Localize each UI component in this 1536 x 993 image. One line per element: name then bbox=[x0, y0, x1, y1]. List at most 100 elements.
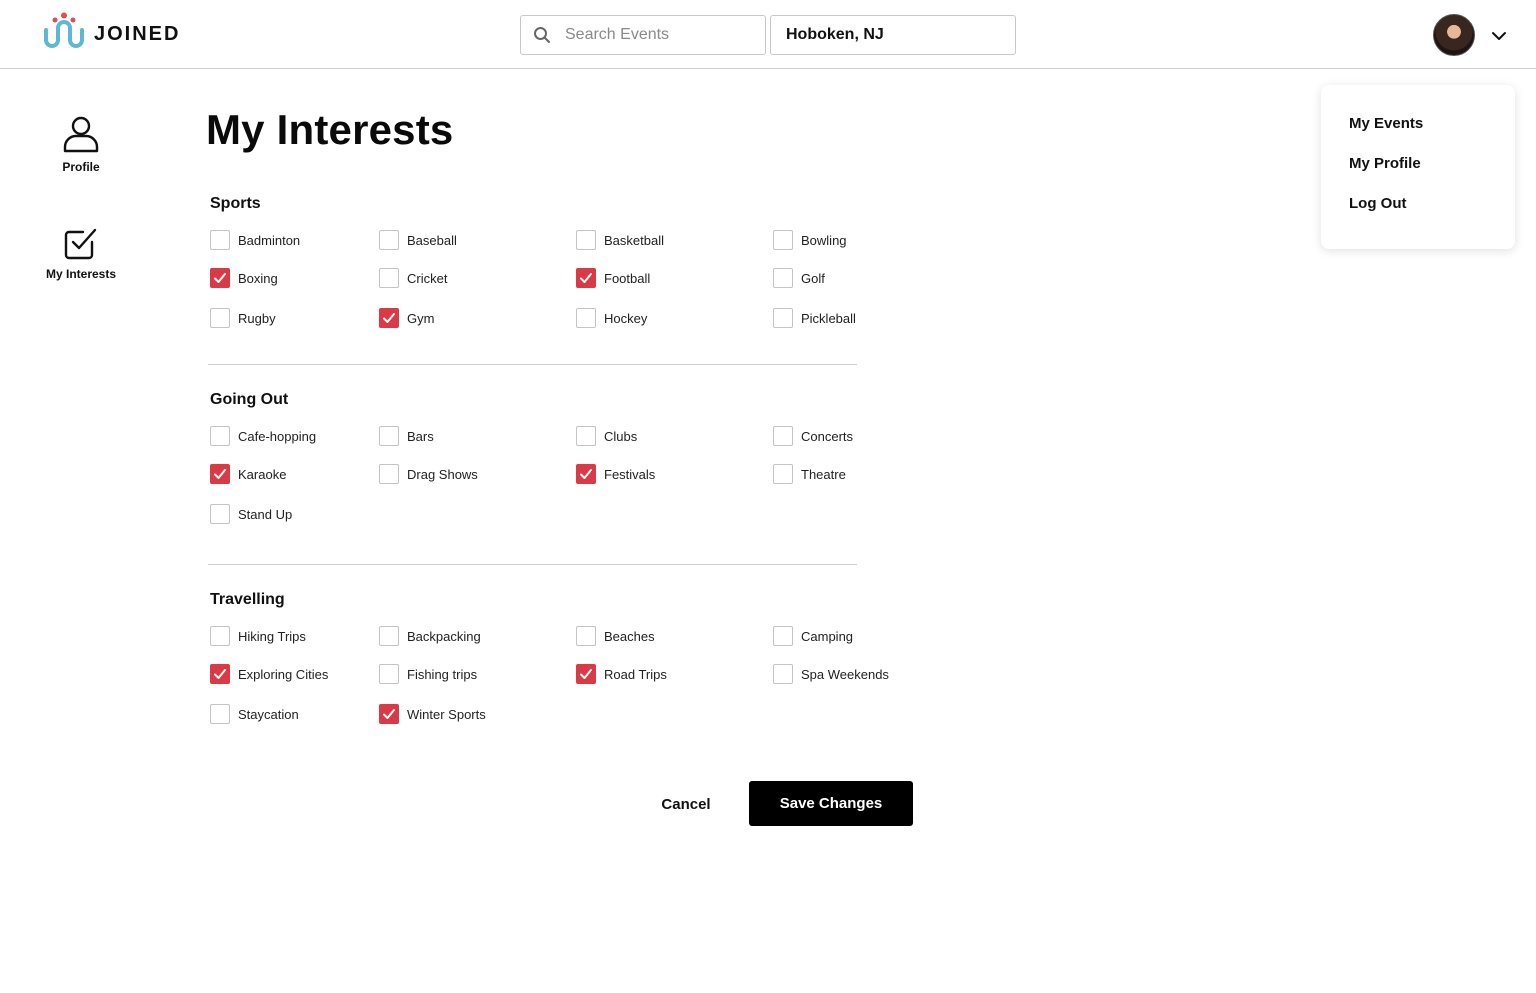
chevron-down-icon[interactable] bbox=[1490, 27, 1508, 45]
checkbox-unchecked[interactable] bbox=[210, 426, 230, 446]
interest-label: Concerts bbox=[801, 428, 854, 444]
interest-label: Rugby bbox=[238, 310, 276, 326]
interest-option[interactable]: Rugby bbox=[210, 308, 276, 328]
interest-option[interactable]: Hiking Trips bbox=[210, 626, 306, 646]
interest-option[interactable]: Hockey bbox=[576, 308, 647, 328]
checkbox-unchecked[interactable] bbox=[210, 704, 230, 724]
interest-label: Fishing trips bbox=[407, 666, 478, 682]
joined-logo-icon bbox=[44, 12, 84, 48]
avatar[interactable] bbox=[1433, 14, 1475, 56]
interest-option[interactable]: Stand Up bbox=[210, 504, 292, 524]
brand-logo[interactable]: JOINED bbox=[42, 12, 180, 52]
interest-label: Camping bbox=[801, 628, 854, 644]
checkbox-unchecked[interactable] bbox=[773, 626, 793, 646]
cancel-button[interactable]: Cancel bbox=[640, 786, 732, 822]
interest-option[interactable]: Festivals bbox=[576, 464, 655, 484]
checkbox-unchecked[interactable] bbox=[576, 626, 596, 646]
interest-option[interactable]: Gym bbox=[379, 308, 434, 328]
interest-label: Spa Weekends bbox=[801, 666, 889, 682]
checkbox-unchecked[interactable] bbox=[379, 230, 399, 250]
checkbox-unchecked[interactable] bbox=[379, 664, 399, 684]
interest-option[interactable]: Staycation bbox=[210, 704, 299, 724]
location-input[interactable] bbox=[786, 26, 1006, 44]
checkbox-unchecked[interactable] bbox=[379, 626, 399, 646]
interest-option[interactable]: Exploring Cities bbox=[210, 664, 328, 684]
interest-option[interactable]: Winter Sports bbox=[379, 704, 486, 724]
interest-label: Badminton bbox=[238, 232, 301, 248]
interest-option[interactable]: Road Trips bbox=[576, 664, 667, 684]
interest-label: Bars bbox=[407, 428, 434, 444]
checkbox-checked[interactable] bbox=[210, 464, 230, 484]
checkbox-unchecked[interactable] bbox=[210, 230, 230, 250]
interest-label: Karaoke bbox=[238, 466, 287, 482]
interest-option[interactable]: Beaches bbox=[576, 626, 655, 646]
checkbox-unchecked[interactable] bbox=[210, 626, 230, 646]
interest-option[interactable]: Karaoke bbox=[210, 464, 286, 484]
interest-option[interactable]: Pickleball bbox=[773, 308, 856, 328]
interest-option[interactable]: Golf bbox=[773, 268, 825, 288]
interest-label: Staycation bbox=[238, 706, 299, 722]
checkbox-checked[interactable] bbox=[210, 268, 230, 288]
interest-option[interactable]: Football bbox=[576, 268, 650, 288]
sidebar-item-my-interests[interactable]: My Interests bbox=[21, 225, 141, 281]
interest-option[interactable]: Bars bbox=[379, 426, 434, 446]
menu-item-my-events[interactable]: My Events bbox=[1349, 115, 1423, 132]
interest-option[interactable]: Concerts bbox=[773, 426, 853, 446]
checkbox-unchecked[interactable] bbox=[773, 426, 793, 446]
interest-label: Road Trips bbox=[604, 666, 667, 682]
interest-option[interactable]: Cricket bbox=[379, 268, 447, 288]
section-divider bbox=[208, 564, 857, 565]
checkbox-unchecked[interactable] bbox=[210, 308, 230, 328]
checkbox-checked[interactable] bbox=[379, 308, 399, 328]
interest-label: Baseball bbox=[407, 232, 457, 248]
interest-option[interactable]: Boxing bbox=[210, 268, 278, 288]
save-changes-button[interactable]: Save Changes bbox=[749, 781, 913, 826]
interest-option[interactable]: Clubs bbox=[576, 426, 637, 446]
checkbox-unchecked[interactable] bbox=[576, 230, 596, 250]
checkbox-unchecked[interactable] bbox=[773, 464, 793, 484]
sidebar-item-profile[interactable]: Profile bbox=[21, 114, 141, 174]
interest-label: Bowling bbox=[801, 232, 847, 248]
interest-option[interactable]: Fishing trips bbox=[379, 664, 477, 684]
checkbox-checked[interactable] bbox=[576, 268, 596, 288]
interest-option[interactable]: Camping bbox=[773, 626, 853, 646]
interest-option[interactable]: Basketball bbox=[576, 230, 664, 250]
checkbox-unchecked[interactable] bbox=[773, 664, 793, 684]
interest-option[interactable]: Theatre bbox=[773, 464, 846, 484]
checkbox-checked[interactable] bbox=[210, 664, 230, 684]
checkbox-unchecked[interactable] bbox=[576, 426, 596, 446]
interest-option[interactable]: Drag Shows bbox=[379, 464, 478, 484]
checkbox-unchecked[interactable] bbox=[379, 464, 399, 484]
interest-option[interactable]: Cafe-hopping bbox=[210, 426, 316, 446]
location-field[interactable] bbox=[770, 15, 1016, 55]
interest-label: Theatre bbox=[801, 466, 846, 482]
section-title: Travelling bbox=[210, 591, 285, 608]
menu-item-my-profile[interactable]: My Profile bbox=[1349, 155, 1421, 172]
interest-label: Basketball bbox=[604, 232, 664, 248]
search-input[interactable] bbox=[565, 26, 755, 44]
interest-option[interactable]: Backpacking bbox=[379, 626, 481, 646]
search-field[interactable] bbox=[520, 15, 766, 55]
checkbox-checked[interactable] bbox=[379, 704, 399, 724]
checkbox-unchecked[interactable] bbox=[210, 504, 230, 524]
checkbox-checked[interactable] bbox=[576, 664, 596, 684]
interest-label: Winter Sports bbox=[407, 706, 486, 722]
interest-option[interactable]: Baseball bbox=[379, 230, 457, 250]
menu-item-log-out[interactable]: Log Out bbox=[1349, 195, 1406, 212]
checkbox-checked[interactable] bbox=[576, 464, 596, 484]
checkbox-unchecked[interactable] bbox=[773, 230, 793, 250]
checkbox-unchecked[interactable] bbox=[379, 426, 399, 446]
interest-label: Football bbox=[604, 270, 651, 286]
section-divider bbox=[208, 364, 857, 365]
checkbox-unchecked[interactable] bbox=[773, 268, 793, 288]
section-title: Sports bbox=[210, 195, 261, 212]
checkbox-unchecked[interactable] bbox=[379, 268, 399, 288]
interest-option[interactable]: Spa Weekends bbox=[773, 664, 889, 684]
checkbox-unchecked[interactable] bbox=[576, 308, 596, 328]
interest-option[interactable]: Bowling bbox=[773, 230, 847, 250]
interest-label: Pickleball bbox=[801, 310, 856, 326]
interest-label: Festivals bbox=[604, 466, 656, 482]
interest-label: Stand Up bbox=[238, 506, 293, 522]
checkbox-unchecked[interactable] bbox=[773, 308, 793, 328]
interest-option[interactable]: Badminton bbox=[210, 230, 300, 250]
